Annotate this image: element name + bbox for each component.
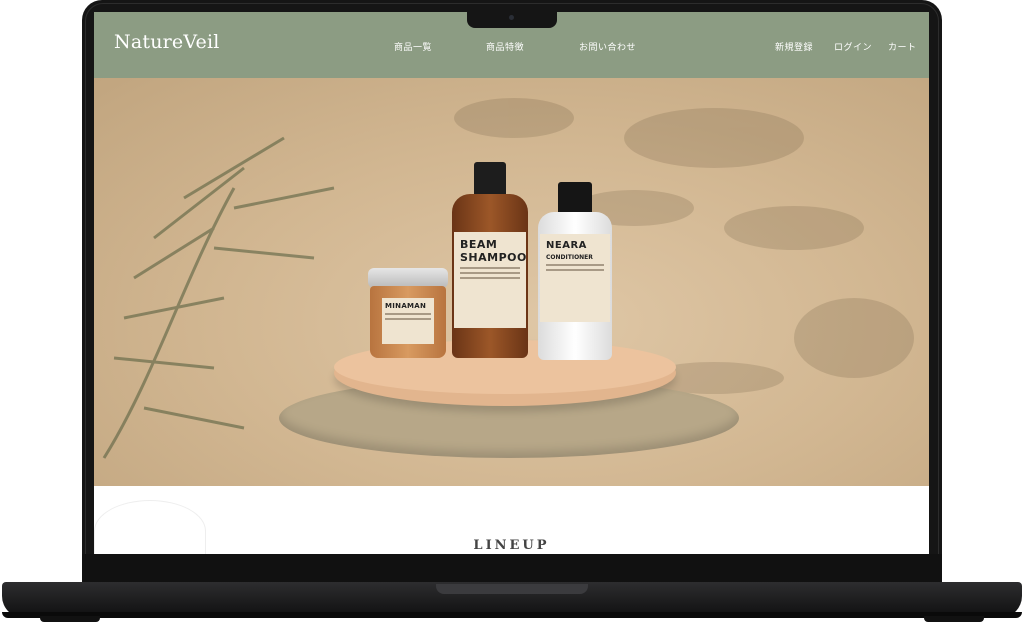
nav-cart[interactable]: カート [888, 40, 917, 53]
conditioner-subtitle: CONDITIONER [546, 254, 593, 261]
screen: NatureVeil 商品一覧 商品特徴 お問い合わせ 新規登録 ログイン カー… [94, 12, 929, 554]
product-conditioner: NEARA CONDITIONER [538, 182, 612, 360]
nav-features[interactable]: 商品特徴 [486, 40, 524, 53]
jar-lid [368, 268, 448, 288]
shampoo-label: BEAM SHAMPOO [454, 232, 526, 328]
shampoo-title-2: SHAMPOO [460, 251, 527, 264]
nav-contact[interactable]: お問い合わせ [579, 40, 636, 53]
shampoo-cap [474, 162, 506, 198]
conditioner-label: NEARA CONDITIONER [540, 234, 610, 322]
conditioner-title: NEARA [546, 240, 587, 251]
nav-register[interactable]: 新規登録 [775, 40, 813, 53]
camera-icon [509, 15, 514, 20]
lineup-section: LINEUP [94, 486, 929, 554]
hero-image: MINAMAN BEAM SHAMPOO NEARA CONDITIONER [94, 78, 929, 486]
conditioner-cap [558, 182, 592, 216]
laptop-chin [82, 554, 942, 582]
laptop-foot-right [924, 616, 984, 622]
nav-products[interactable]: 商品一覧 [394, 40, 432, 53]
lineup-heading: LINEUP [473, 538, 550, 553]
product-jar: MINAMAN [368, 268, 448, 358]
laptop-hinge-lip [436, 584, 588, 594]
shampoo-title-1: BEAM [460, 238, 498, 251]
jar-label: MINAMAN [382, 298, 434, 344]
laptop-foot-left [40, 616, 100, 622]
product-shampoo: BEAM SHAMPOO [452, 162, 528, 358]
site-logo[interactable]: NatureVeil [114, 31, 220, 53]
jar-title: MINAMAN [385, 302, 427, 310]
nav-login[interactable]: ログイン [834, 40, 872, 53]
camera-notch [467, 12, 557, 28]
